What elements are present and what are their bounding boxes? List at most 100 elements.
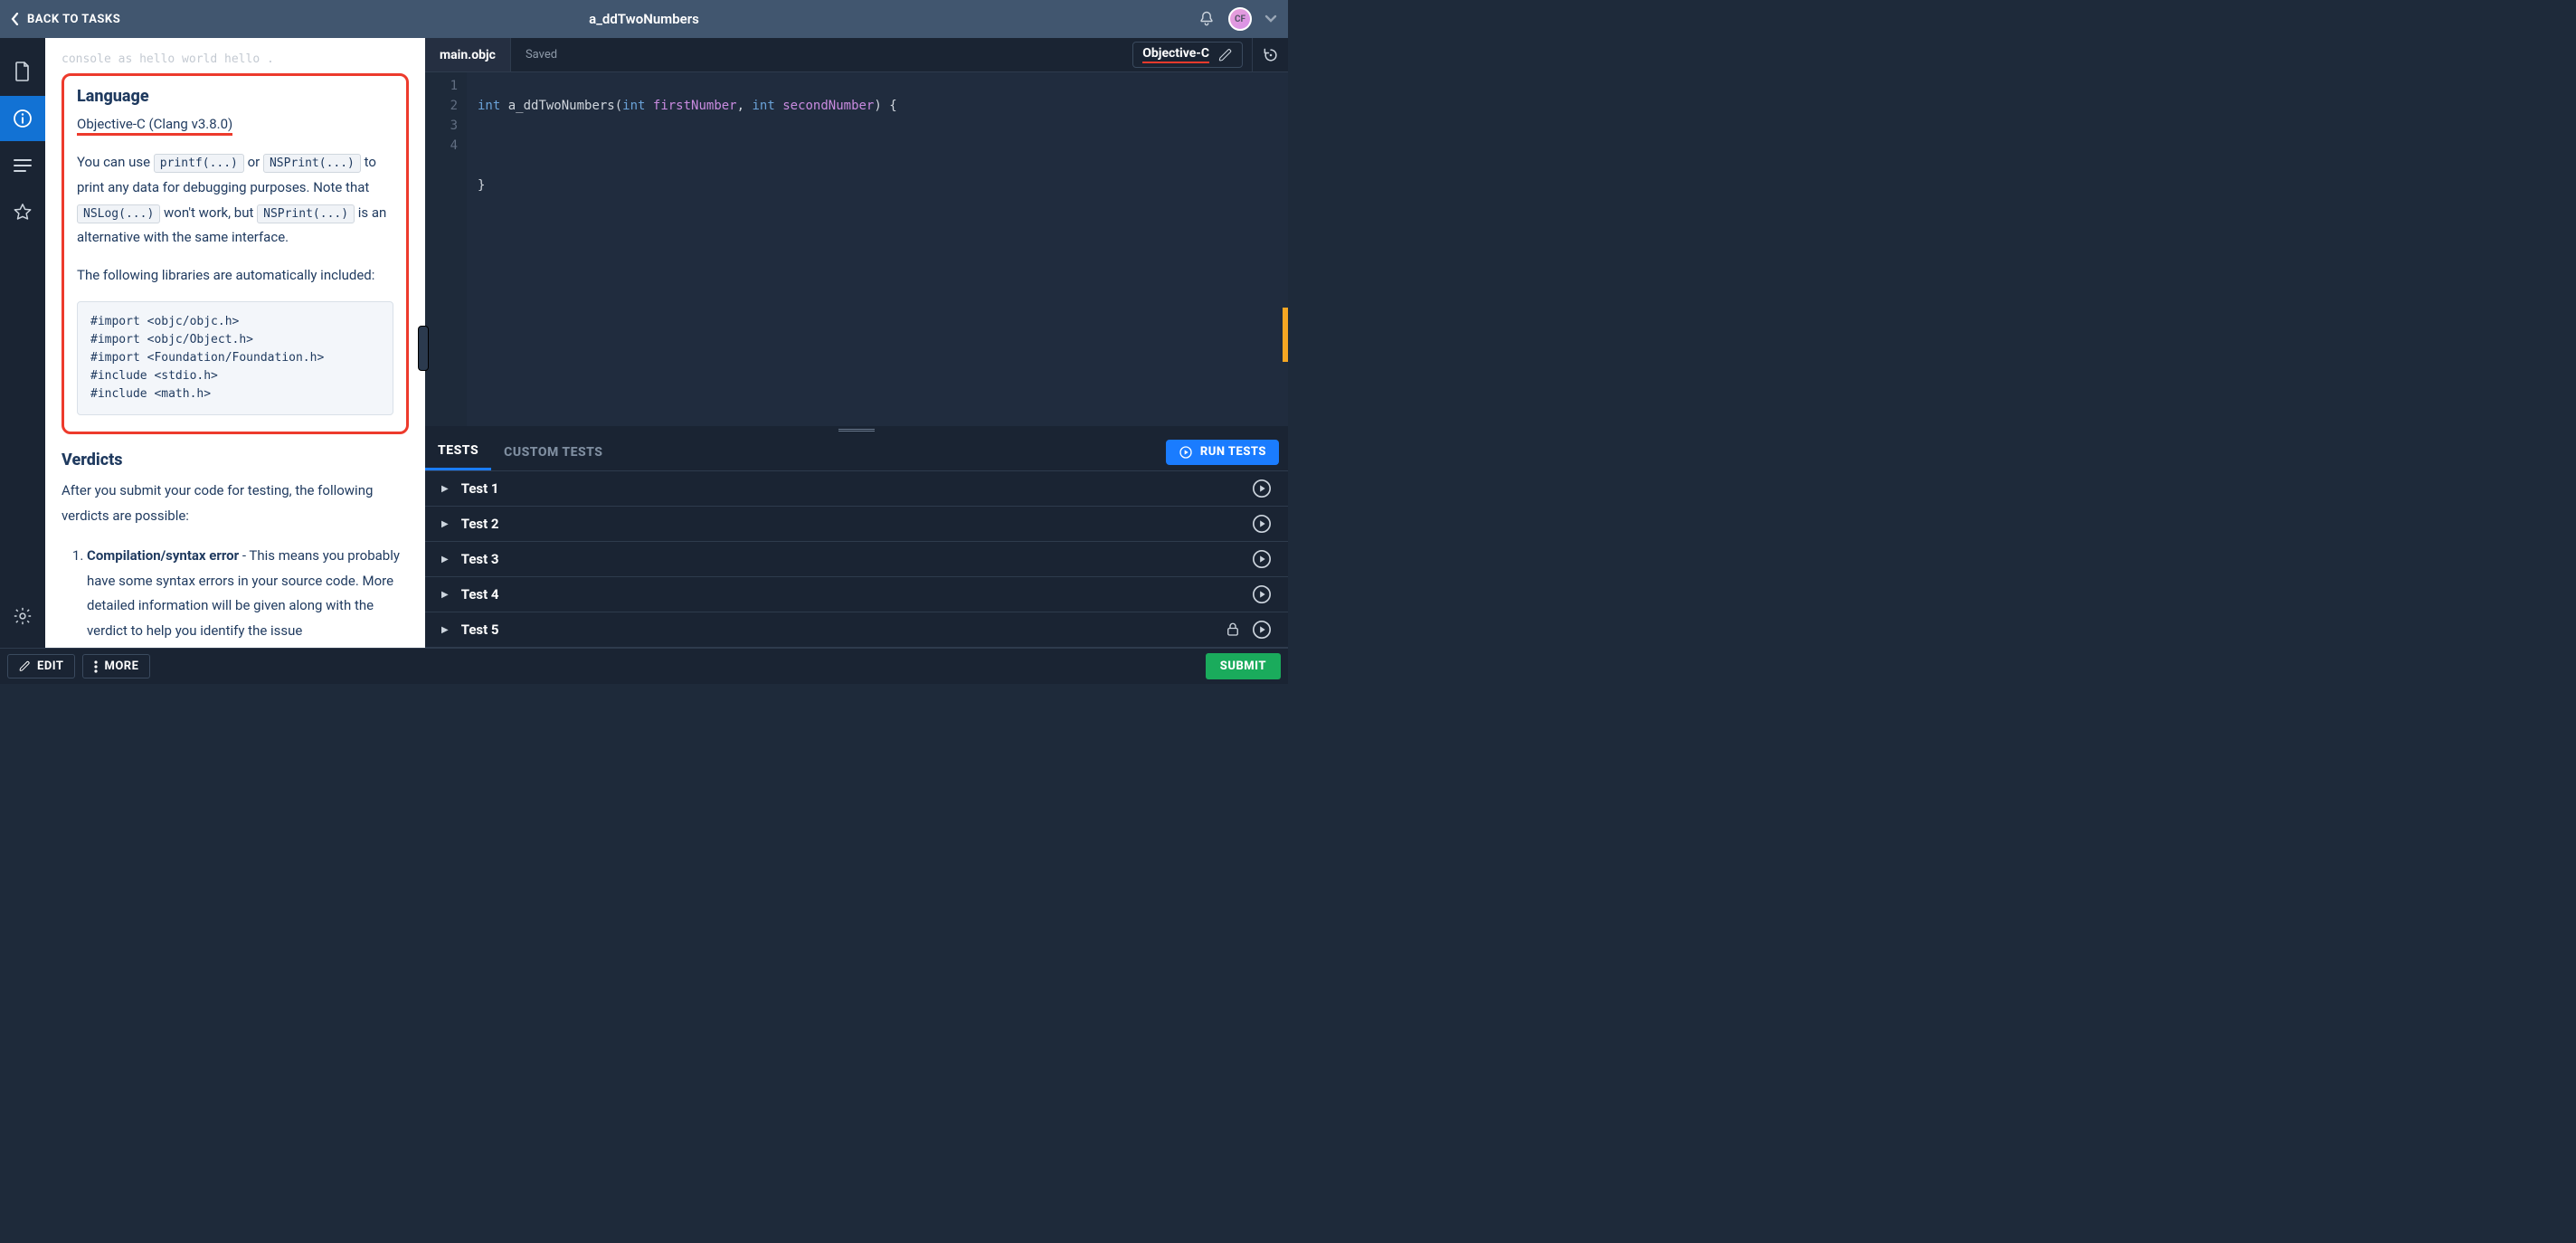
tok: ,	[737, 99, 753, 113]
rail-info[interactable]	[0, 96, 45, 141]
lock-icon	[1225, 622, 1241, 638]
play-circle-icon[interactable]	[1252, 514, 1272, 534]
tab-tests-label: TESTS	[438, 443, 478, 458]
verdicts-intro: After you submit your code for testing, …	[62, 479, 409, 529]
header-right: CF	[1198, 7, 1277, 31]
test-row-actions	[1252, 479, 1272, 498]
top-header: BACK TO TASKS a_ddTwoNumbers CF	[0, 0, 1288, 38]
run-tests-label: RUN TESTS	[1200, 445, 1266, 459]
more-button[interactable]: MORE	[82, 654, 150, 678]
line-gutter: 1 2 3 4	[425, 72, 467, 426]
tests-tabs: TESTS CUSTOM TESTS RUN TESTS	[425, 433, 1288, 471]
triangle-right-icon: ▶	[441, 590, 449, 600]
edit-label: EDIT	[37, 659, 63, 673]
t: or	[248, 154, 263, 170]
test-row[interactable]: ▶ Test 3	[425, 542, 1288, 577]
restore-button[interactable]	[1252, 38, 1288, 72]
rail-file[interactable]	[0, 49, 45, 94]
tab-custom-tests[interactable]: CUSTOM TESTS	[491, 433, 615, 470]
test-row-actions	[1252, 514, 1272, 534]
pencil-icon	[1218, 48, 1233, 62]
submit-label: SUBMIT	[1220, 659, 1266, 673]
tok: int	[478, 99, 500, 113]
t: won't work, but	[164, 204, 257, 221]
tests-panel: TESTS CUSTOM TESTS RUN TESTS ▶Test 1▶Tes…	[425, 433, 1288, 648]
line-num: 1	[425, 76, 458, 96]
triangle-right-icon: ▶	[441, 555, 449, 565]
run-tests-button[interactable]: RUN TESTS	[1166, 440, 1279, 465]
test-row-actions	[1225, 620, 1272, 640]
test-row[interactable]: ▶ Test 2	[425, 507, 1288, 542]
test-label: Test 2	[461, 516, 499, 532]
test-row[interactable]: ▶Test 1	[425, 471, 1288, 507]
tab-tests[interactable]: TESTS	[425, 433, 491, 470]
test-label: Test 5	[461, 622, 499, 638]
tok: ) {	[874, 99, 896, 113]
tok: a_ddTwoNumbers	[500, 99, 614, 113]
star-icon	[13, 203, 33, 223]
rail-settings[interactable]	[0, 593, 45, 639]
tok: }	[478, 178, 485, 193]
edit-button[interactable]: EDIT	[7, 654, 75, 678]
restore-icon	[1262, 46, 1280, 64]
file-tab[interactable]: main.objc	[425, 38, 511, 71]
play-circle-icon	[1179, 445, 1193, 460]
rail-star[interactable]	[0, 190, 45, 235]
chevron-left-icon	[11, 13, 20, 25]
editor-bar: main.objc Saved Objective-C	[425, 38, 1288, 72]
pencil-icon	[19, 660, 31, 672]
left-rail	[0, 38, 45, 648]
chevron-down-icon[interactable]	[1264, 14, 1277, 24]
t: You can use	[77, 154, 154, 170]
more-label: MORE	[104, 659, 138, 673]
triangle-right-icon: ▶	[441, 519, 449, 529]
language-heading: Language	[77, 87, 393, 106]
language-selector[interactable]: Objective-C	[1132, 42, 1243, 68]
verdicts-heading: Verdicts	[62, 451, 409, 470]
test-row-actions	[1252, 549, 1272, 569]
rail-readme[interactable]	[0, 143, 45, 188]
play-circle-icon[interactable]	[1252, 549, 1272, 569]
horizontal-splitter[interactable]	[425, 426, 1288, 433]
verdict-item-1: Compilation/syntax error - This means yo…	[87, 544, 409, 644]
language-selector-label: Objective-C	[1142, 46, 1209, 63]
printf-code: printf(...)	[154, 154, 244, 173]
code-area[interactable]: int a_ddTwoNumbers(int firstNumber, int …	[467, 72, 1288, 426]
test-label: Test 4	[461, 586, 499, 603]
bell-icon[interactable]	[1198, 10, 1216, 28]
file-name: main.objc	[440, 48, 496, 62]
avatar[interactable]: CF	[1228, 7, 1252, 31]
test-label: Test 3	[461, 551, 499, 567]
gear-icon	[13, 606, 33, 626]
test-row[interactable]: ▶Test 5	[425, 612, 1288, 648]
avatar-initials: CF	[1235, 14, 1245, 24]
verdict-item-1-strong: Compilation/syntax error	[87, 547, 239, 564]
play-circle-icon[interactable]	[1252, 479, 1272, 498]
line-num: 4	[425, 136, 458, 156]
code-editor[interactable]: 1 2 3 4 int a_ddTwoNumbers(int firstNumb…	[425, 72, 1288, 426]
readme-icon	[14, 158, 32, 173]
play-circle-icon[interactable]	[1252, 620, 1272, 640]
line-num: 2	[425, 96, 458, 116]
submit-button[interactable]: SUBMIT	[1206, 653, 1281, 679]
tok: int	[752, 99, 774, 113]
editor-scroll-accent	[1283, 308, 1288, 362]
triangle-right-icon: ▶	[441, 484, 449, 494]
language-section: Language Objective-C (Clang v3.8.0) You …	[62, 73, 409, 434]
cutoff-text: console as hello world hello .	[62, 52, 409, 66]
line-num: 3	[425, 116, 458, 136]
language-para-1: You can use printf(...) or NSPrint(...) …	[77, 150, 393, 251]
tok: int	[622, 99, 645, 113]
page-title: a_ddTwoNumbers	[589, 11, 699, 27]
more-vertical-icon	[94, 660, 98, 673]
description-panel[interactable]: console as hello world hello . Language …	[45, 38, 425, 648]
back-to-tasks-link[interactable]: BACK TO TASKS	[11, 13, 120, 26]
right-area: main.objc Saved Objective-C 1 2 3 4 int …	[425, 38, 1288, 648]
nsprint-code-2: NSPrint(...)	[257, 204, 355, 223]
info-icon	[13, 109, 33, 128]
test-row[interactable]: ▶ Test 4	[425, 577, 1288, 612]
language-para-2: The following libraries are automaticall…	[77, 263, 393, 289]
vertical-splitter[interactable]	[418, 326, 429, 371]
tok: secondNumber	[775, 99, 875, 113]
play-circle-icon[interactable]	[1252, 584, 1272, 604]
